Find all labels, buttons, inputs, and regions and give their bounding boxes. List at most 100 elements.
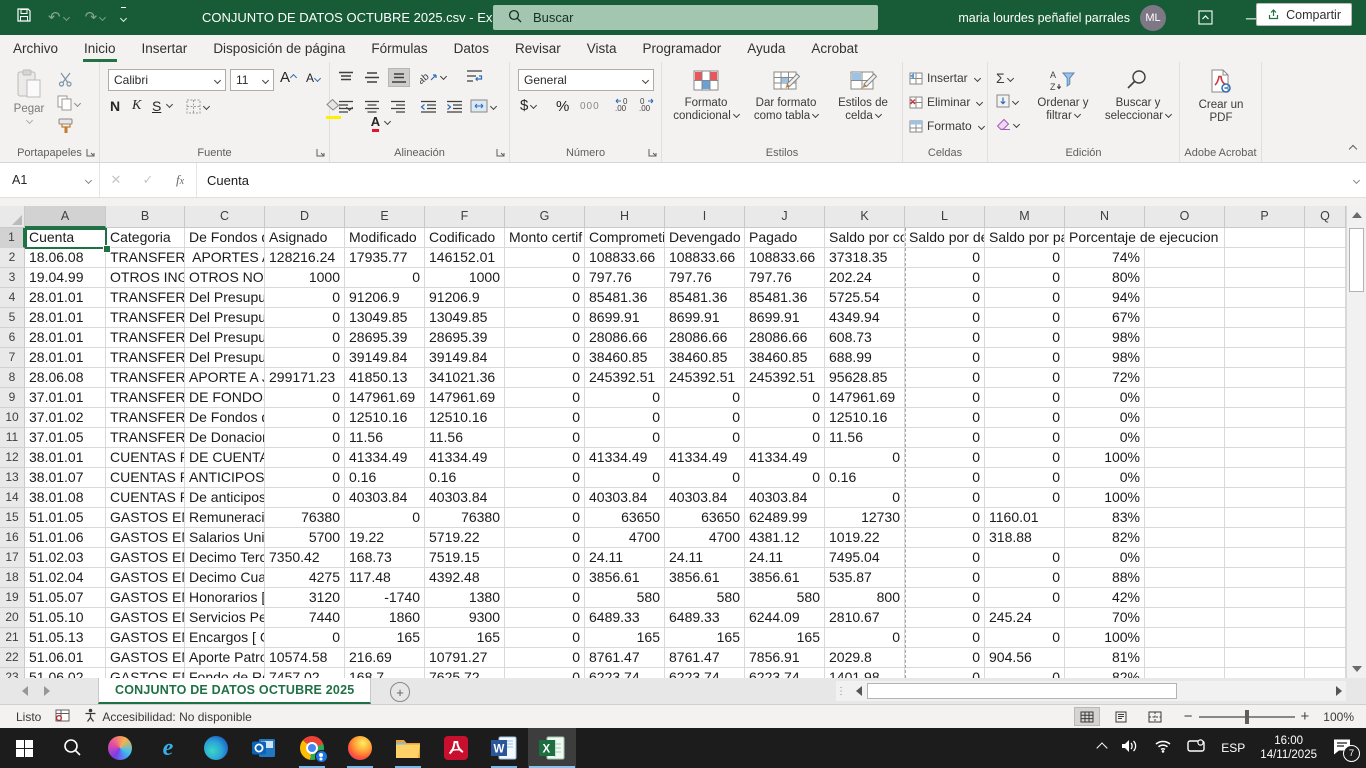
cell-Q14[interactable]: [1305, 488, 1346, 508]
cell-D7[interactable]: 0: [265, 348, 345, 368]
cell-E14[interactable]: 40303.84: [345, 488, 425, 508]
cell-D13[interactable]: 0: [265, 468, 345, 488]
cell-Q22[interactable]: [1305, 648, 1346, 668]
cell-Q3[interactable]: [1305, 268, 1346, 288]
cell-A15[interactable]: 51.01.05: [25, 508, 106, 528]
cell-J17[interactable]: 24.11: [745, 548, 825, 568]
column-header-E[interactable]: E: [345, 206, 425, 228]
cell-C14[interactable]: De anticipos: [185, 488, 265, 508]
cell-I15[interactable]: 63650: [665, 508, 745, 528]
cell-O8[interactable]: [1145, 368, 1225, 388]
cell-M4[interactable]: 0: [985, 288, 1065, 308]
align-bottom-button[interactable]: [388, 68, 410, 87]
outlook-icon[interactable]: [240, 728, 288, 768]
cell-O10[interactable]: [1145, 408, 1225, 428]
cell-I17[interactable]: 24.11: [665, 548, 745, 568]
insert-cells-button[interactable]: Insertar: [909, 71, 980, 85]
cell-O3[interactable]: [1145, 268, 1225, 288]
cell-N8[interactable]: 72%: [1065, 368, 1145, 388]
row-header-4[interactable]: 4: [0, 288, 25, 308]
name-box-dropdown-icon[interactable]: [85, 176, 92, 183]
cell-B15[interactable]: GASTOS EN F: [106, 508, 185, 528]
format-cells-button[interactable]: Formato: [909, 119, 984, 133]
currency-format-button[interactable]: $: [520, 97, 536, 114]
cell-N16[interactable]: 82%: [1065, 528, 1145, 548]
cell-K18[interactable]: 535.87: [825, 568, 905, 588]
cell-G12[interactable]: 0: [505, 448, 585, 468]
cell-H14[interactable]: 40303.84: [585, 488, 665, 508]
cell-J6[interactable]: 28086.66: [745, 328, 825, 348]
cell-G10[interactable]: 0: [505, 408, 585, 428]
cell-D8[interactable]: 299171.23: [265, 368, 345, 388]
cell-O6[interactable]: [1145, 328, 1225, 348]
insert-function-icon[interactable]: fx: [164, 172, 196, 188]
expand-formula-bar-icon[interactable]: [1344, 163, 1366, 197]
cell-J18[interactable]: 3856.61: [745, 568, 825, 588]
cell-E8[interactable]: 41850.13: [345, 368, 425, 388]
cell-O14[interactable]: [1145, 488, 1225, 508]
row-header-14[interactable]: 14: [0, 488, 25, 508]
cell-B12[interactable]: CUENTAS PE: [106, 448, 185, 468]
accessibility-icon[interactable]: [84, 708, 97, 725]
formula-input[interactable]: Cuenta: [196, 163, 1344, 197]
cell-F3[interactable]: 1000: [425, 268, 505, 288]
cell-G16[interactable]: 0: [505, 528, 585, 548]
cell-G15[interactable]: 0: [505, 508, 585, 528]
cell-B3[interactable]: OTROS INGR: [106, 268, 185, 288]
cell-P1[interactable]: [1225, 228, 1305, 248]
cell-F7[interactable]: 39149.84: [425, 348, 505, 368]
cell-N23[interactable]: 82%: [1065, 668, 1145, 678]
cell-E17[interactable]: 168.73: [345, 548, 425, 568]
column-header-O[interactable]: O: [1145, 206, 1225, 228]
clear-button[interactable]: [996, 118, 1019, 131]
cell-L7[interactable]: 0: [905, 348, 985, 368]
cell-B20[interactable]: GASTOS EN F: [106, 608, 185, 628]
cell-N5[interactable]: 67%: [1065, 308, 1145, 328]
cell-N2[interactable]: 74%: [1065, 248, 1145, 268]
cell-J22[interactable]: 7856.91: [745, 648, 825, 668]
row-header-17[interactable]: 17: [0, 548, 25, 568]
cell-A17[interactable]: 51.02.03: [25, 548, 106, 568]
row-header-22[interactable]: 22: [0, 648, 25, 668]
cell-I7[interactable]: 38460.85: [665, 348, 745, 368]
cell-I12[interactable]: 41334.49: [665, 448, 745, 468]
cell-I1[interactable]: Devengado: [665, 228, 745, 248]
cell-L18[interactable]: 0: [905, 568, 985, 588]
excel-icon[interactable]: X: [528, 728, 576, 768]
cell-K9[interactable]: 147961.69: [825, 388, 905, 408]
cell-F15[interactable]: 76380: [425, 508, 505, 528]
cell-E9[interactable]: 147961.69: [345, 388, 425, 408]
cell-A20[interactable]: 51.05.10: [25, 608, 106, 628]
cell-F1[interactable]: Codificado: [425, 228, 505, 248]
cell-H23[interactable]: 6223.74: [585, 668, 665, 678]
cell-C6[interactable]: Del Presupu: [185, 328, 265, 348]
column-header-D[interactable]: D: [265, 206, 345, 228]
cell-P16[interactable]: [1225, 528, 1305, 548]
cell-B17[interactable]: GASTOS EN F: [106, 548, 185, 568]
volume-icon[interactable]: [1121, 738, 1139, 759]
cell-O2[interactable]: [1145, 248, 1225, 268]
row-header-6[interactable]: 6: [0, 328, 25, 348]
tray-expand-icon[interactable]: [1097, 742, 1108, 753]
next-sheet-icon[interactable]: [44, 686, 50, 696]
cell-E22[interactable]: 216.69: [345, 648, 425, 668]
cell-Q10[interactable]: [1305, 408, 1346, 428]
cell-K21[interactable]: 0: [825, 628, 905, 648]
cell-C10[interactable]: De Fondos d: [185, 408, 265, 428]
align-center-button[interactable]: [364, 100, 380, 113]
cell-B16[interactable]: GASTOS EN F: [106, 528, 185, 548]
cell-N20[interactable]: 70%: [1065, 608, 1145, 628]
row-header-12[interactable]: 12: [0, 448, 25, 468]
cell-F12[interactable]: 41334.49: [425, 448, 505, 468]
cell-N10[interactable]: 0%: [1065, 408, 1145, 428]
row-header-23[interactable]: 23: [0, 668, 25, 678]
cell-H10[interactable]: 0: [585, 408, 665, 428]
cell-O21[interactable]: [1145, 628, 1225, 648]
underline-button[interactable]: S: [152, 98, 161, 114]
cell-B6[interactable]: TRANSFEREN: [106, 328, 185, 348]
cell-E18[interactable]: 117.48: [345, 568, 425, 588]
row-header-5[interactable]: 5: [0, 308, 25, 328]
cell-H20[interactable]: 6489.33: [585, 608, 665, 628]
horizontal-scrollbar-thumb[interactable]: [867, 683, 1177, 699]
cell-M17[interactable]: 0: [985, 548, 1065, 568]
